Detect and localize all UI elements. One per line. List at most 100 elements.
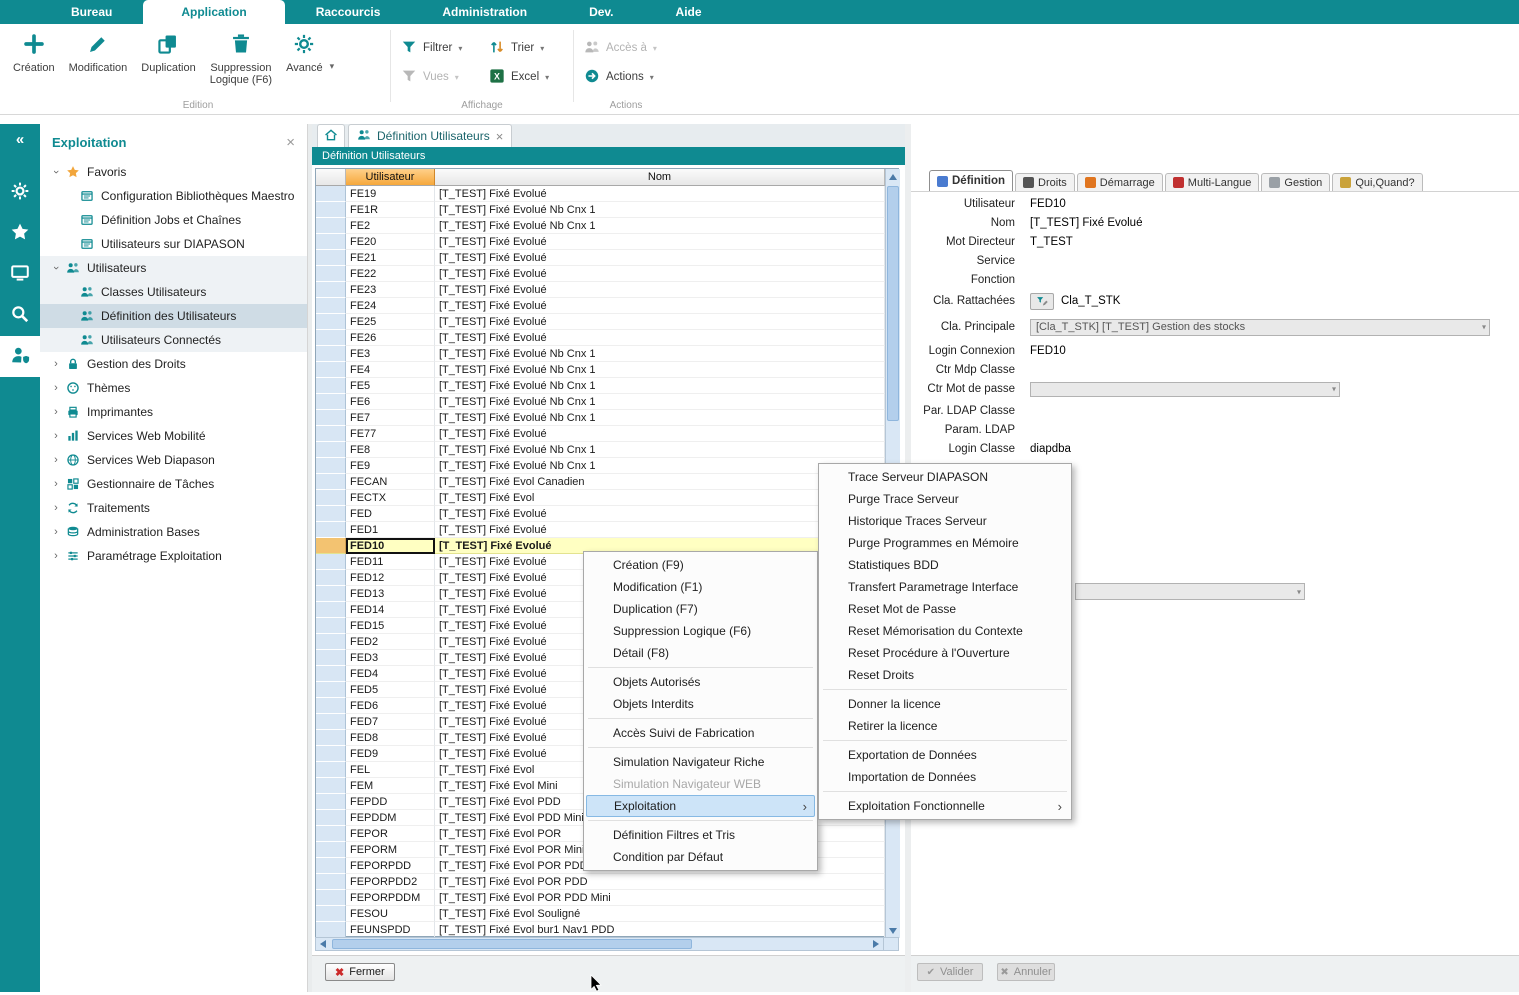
tab-multi-langue[interactable]: Multi-Langue <box>1165 173 1260 191</box>
extra-combobox[interactable]: ▾ <box>1075 583 1305 600</box>
context-menu-item-objets-autorises[interactable]: Objets Autorisés <box>586 671 815 693</box>
row-selector-cell[interactable] <box>316 234 346 250</box>
table-row[interactable]: FE19[T_TEST] Fixé Evolué <box>316 186 898 202</box>
chevron-right-icon[interactable]: › <box>49 406 63 418</box>
context-menu-item-modification-f1[interactable]: Modification (F1) <box>586 576 815 598</box>
table-row[interactable]: FE24[T_TEST] Fixé Evolué <box>316 298 898 314</box>
tree-item-utilisateurs-connectes[interactable]: Utilisateurs Connectés <box>40 328 307 352</box>
menu-dev[interactable]: Dev. <box>558 0 644 24</box>
menu-administration[interactable]: Administration <box>411 0 558 24</box>
chevron-down-icon[interactable]: ▾ <box>330 61 335 72</box>
chevron-right-icon[interactable]: › <box>49 358 63 370</box>
table-row[interactable]: FE23[T_TEST] Fixé Evolué <box>316 282 898 298</box>
rail-item-monitor[interactable] <box>0 254 40 295</box>
context-menu-item-definition-filtres-et-tris[interactable]: Définition Filtres et Tris <box>586 824 815 846</box>
tab-gestion[interactable]: Gestion <box>1261 173 1330 191</box>
table-row[interactable]: FE5[T_TEST] Fixé Evolué Nb Cnx 1 <box>316 378 898 394</box>
valider-button[interactable]: ✔ Valider <box>917 963 983 981</box>
tab-definition-utilisateurs[interactable]: Définition Utilisateurs× <box>348 124 512 147</box>
ctr-mot-de-passe-combobox[interactable]: ▾ <box>1030 382 1340 397</box>
row-selector-cell[interactable] <box>316 842 346 858</box>
context-menu-item-simulation-navigateur-riche[interactable]: Simulation Navigateur Riche <box>586 751 815 773</box>
chevron-down-icon[interactable]: ▾ <box>653 44 657 53</box>
rail-item-user-shield[interactable] <box>0 336 40 377</box>
row-selector-cell[interactable] <box>316 858 346 874</box>
row-selector-cell[interactable] <box>316 282 346 298</box>
horizontal-scrollbar[interactable] <box>315 937 884 951</box>
tree-item-utilisateurs[interactable]: ›Utilisateurs <box>40 256 307 280</box>
cla-principale-combobox[interactable]: [Cla_T_STK] [T_TEST] Gestion des stocks▾ <box>1030 319 1490 336</box>
ribbon-button-vues[interactable]: Vues▾ <box>401 68 489 86</box>
row-selector-cell[interactable] <box>316 714 346 730</box>
table-row[interactable]: FE20[T_TEST] Fixé Evolué <box>316 234 898 250</box>
tree-item-gestion-des-droits[interactable]: ›Gestion des Droits <box>40 352 307 376</box>
row-selector-cell[interactable] <box>316 682 346 698</box>
row-selector-cell[interactable] <box>316 634 346 650</box>
row-selector-cell[interactable] <box>316 266 346 282</box>
tree-item-definition-des-utilisateurs[interactable]: Définition des Utilisateurs <box>40 304 307 328</box>
ribbon-button-acces-a[interactable]: Accès à▾ <box>584 39 680 57</box>
tab-qui-quand[interactable]: Qui,Quand? <box>1332 173 1422 191</box>
chevron-right-icon[interactable]: › <box>49 478 63 490</box>
row-selector-cell[interactable] <box>316 378 346 394</box>
row-selector-cell[interactable] <box>316 906 346 922</box>
submenu-item-importation-de-donnees[interactable]: Importation de Données <box>821 766 1069 788</box>
tree-item-favoris[interactable]: ›Favoris <box>40 160 307 184</box>
row-selector-cell[interactable] <box>316 474 346 490</box>
row-selector-cell[interactable] <box>316 522 346 538</box>
submenu-item-statistiques-bdd[interactable]: Statistiques BDD <box>821 554 1069 576</box>
context-menu-item-duplication-f7[interactable]: Duplication (F7) <box>586 598 815 620</box>
cla-rattachees-edit-button[interactable] <box>1030 293 1054 310</box>
table-row[interactable]: FE1R[T_TEST] Fixé Evolué Nb Cnx 1 <box>316 202 898 218</box>
context-menu-item-detail-f8[interactable]: Détail (F8) <box>586 642 815 664</box>
hscrollbar-thumb[interactable] <box>332 939 692 949</box>
chevron-right-icon[interactable]: › <box>49 526 63 538</box>
submenu-item-reset-procedure-a-l-ouverture[interactable]: Reset Procédure à l'Ouverture <box>821 642 1069 664</box>
ribbon-button-actions[interactable]: Actions▾ <box>584 68 680 86</box>
row-selector-cell[interactable] <box>316 826 346 842</box>
ribbon-button-filtrer[interactable]: Filtrer▾ <box>401 39 489 57</box>
table-row[interactable]: FE3[T_TEST] Fixé Evolué Nb Cnx 1 <box>316 346 898 362</box>
table-row[interactable]: FE26[T_TEST] Fixé Evolué <box>316 330 898 346</box>
submenu-item-reset-memorisation-du-contexte[interactable]: Reset Mémorisation du Contexte <box>821 620 1069 642</box>
tree-item-imprimantes[interactable]: ›Imprimantes <box>40 400 307 424</box>
row-selector-cell[interactable] <box>316 586 346 602</box>
context-menu-item-exploitation[interactable]: Exploitation› <box>586 795 815 817</box>
context-menu-item-condition-par-defaut[interactable]: Condition par Défaut <box>586 846 815 868</box>
submenu-item-purge-trace-serveur[interactable]: Purge Trace Serveur <box>821 488 1069 510</box>
ribbon-button-duplication[interactable]: Duplication <box>134 31 202 76</box>
table-row[interactable]: FE8[T_TEST] Fixé Evolué Nb Cnx 1 <box>316 442 898 458</box>
row-selector-cell[interactable] <box>316 874 346 890</box>
scroll-up-arrow[interactable] <box>886 169 900 184</box>
tab-demarrage[interactable]: Démarrage <box>1077 173 1163 191</box>
tree-item-classes-utilisateurs[interactable]: Classes Utilisateurs <box>40 280 307 304</box>
submenu-item-exportation-de-donnees[interactable]: Exportation de Données <box>821 744 1069 766</box>
row-selector-cell[interactable] <box>316 298 346 314</box>
chevron-right-icon[interactable]: › <box>49 550 63 562</box>
tab-close-icon[interactable]: × <box>496 129 504 144</box>
chevron-down-icon[interactable]: ▾ <box>545 73 549 82</box>
table-row[interactable]: FEPORPDD2[T_TEST] Fixé Evol POR PDD <box>316 874 898 890</box>
submenu-item-reset-droits[interactable]: Reset Droits <box>821 664 1069 686</box>
sidebar-close-icon[interactable]: × <box>286 134 295 151</box>
row-selector-cell[interactable] <box>316 250 346 266</box>
chevron-down-icon[interactable]: ▾ <box>650 73 654 82</box>
ribbon-button-trier[interactable]: Trier▾ <box>489 39 581 57</box>
chevron-right-icon[interactable]: › <box>49 502 63 514</box>
submenu-item-trace-serveur-diapason[interactable]: Trace Serveur DIAPASON <box>821 466 1069 488</box>
row-selector-cell[interactable] <box>316 570 346 586</box>
table-row[interactable]: FED1[T_TEST] Fixé Evolué <box>316 522 898 538</box>
row-selector-cell[interactable] <box>316 810 346 826</box>
table-row[interactable]: FECTX[T_TEST] Fixé Evol <box>316 490 898 506</box>
row-selector-cell[interactable] <box>316 490 346 506</box>
submenu-item-exploitation-fonctionnelle[interactable]: Exploitation Fonctionnelle› <box>821 795 1069 817</box>
row-selector-cell[interactable] <box>316 778 346 794</box>
row-selector-cell[interactable] <box>316 746 346 762</box>
table-row[interactable]: FE7[T_TEST] Fixé Evolué Nb Cnx 1 <box>316 410 898 426</box>
context-menu-item-suppression-logique-f6[interactable]: Suppression Logique (F6) <box>586 620 815 642</box>
row-selector-cell[interactable] <box>316 442 346 458</box>
rail-item-search[interactable] <box>0 295 40 336</box>
row-selector-cell[interactable] <box>316 794 346 810</box>
row-selector-cell[interactable] <box>316 410 346 426</box>
submenu-item-retirer-la-licence[interactable]: Retirer la licence <box>821 715 1069 737</box>
